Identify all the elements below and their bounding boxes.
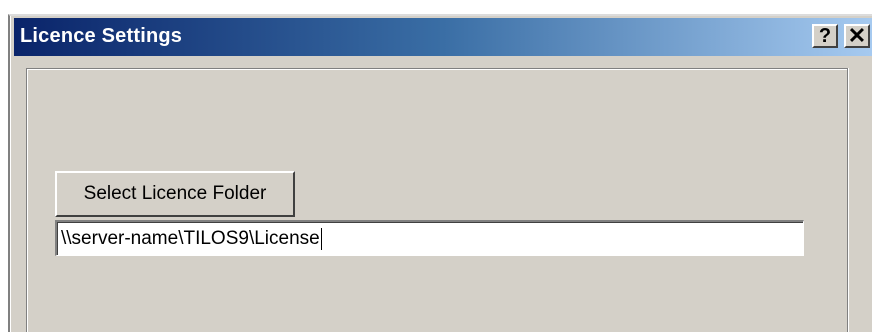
title-bar[interactable]: Licence Settings ? ✕ [14,18,872,56]
window-frame-edge [10,16,14,332]
select-licence-folder-button[interactable]: Select Licence Folder [55,171,295,217]
licence-path-value: \\server-name\TILOS9\License [61,227,320,249]
close-icon: ✕ [847,23,867,48]
help-button[interactable]: ? [812,24,838,48]
help-icon: ? [818,24,832,47]
close-button[interactable]: ✕ [844,24,870,48]
text-caret [320,227,322,250]
licence-path-input[interactable]: \\server-name\TILOS9\License [55,220,804,256]
dialog-title: Licence Settings [20,25,183,47]
